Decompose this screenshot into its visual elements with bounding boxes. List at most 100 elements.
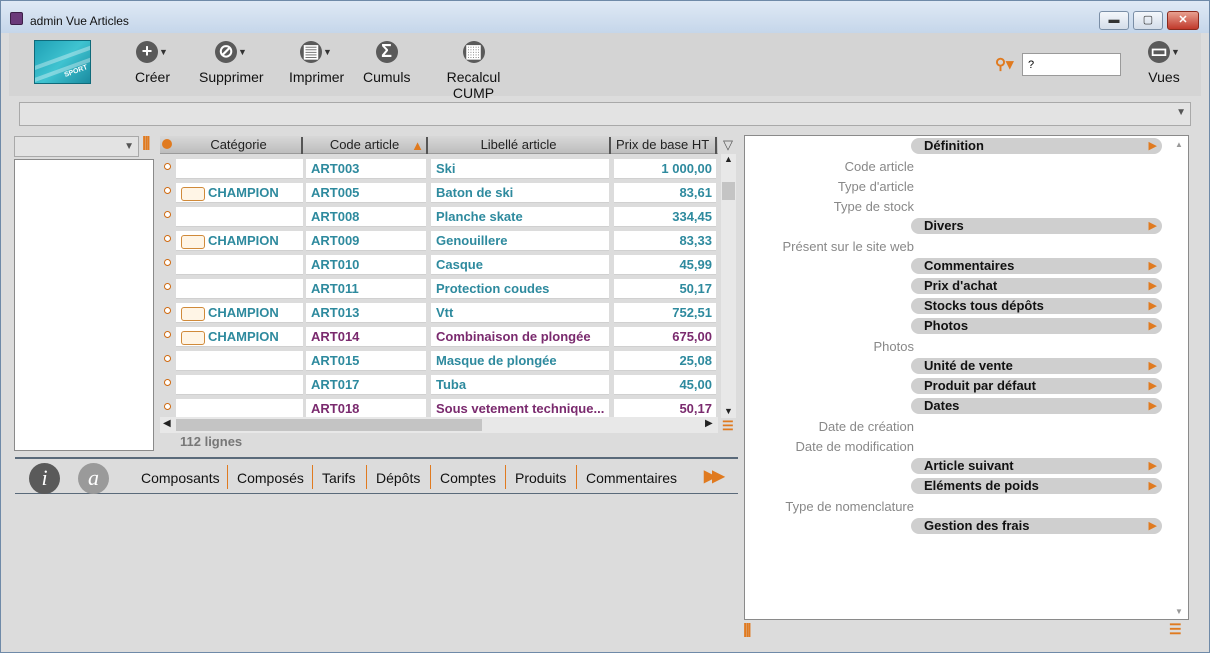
filter-funnel-icon[interactable]: ▽ [723,137,733,153]
section-header[interactable]: Gestion des frais ▶ [911,518,1162,534]
scroll-thumb[interactable] [722,182,735,200]
totals-button[interactable]: Σ Cumuls [363,41,410,85]
views-button[interactable]: ▭ ▼ Vues [1145,41,1183,85]
panel-menu-icon[interactable]: ☰ [1169,621,1182,638]
chevron-down-icon: ▼ [238,47,247,57]
row-select-dot[interactable] [164,331,171,338]
section-header[interactable]: Unité de vente ▶ [911,358,1162,374]
header-label[interactable]: Libellé article [428,137,611,154]
row-select-dot[interactable] [164,163,171,170]
expand-arrow-icon[interactable]: ▶ [1149,358,1157,374]
select-all-dot[interactable] [162,139,172,149]
header-code[interactable]: Code article ▲ [303,137,428,154]
columns-icon[interactable]: ||| [743,621,751,638]
table-row[interactable]: ART010 Casque 45,99 [160,252,718,276]
header-category[interactable]: Catégorie [176,137,303,154]
section-header[interactable]: Photos ▶ [911,318,1162,334]
minimize-button[interactable]: ▬ [1099,11,1129,30]
section-header[interactable]: Commentaires ▶ [911,258,1162,274]
scroll-thumb[interactable] [176,419,482,431]
table-row[interactable]: ART011 Protection coudes 50,17 [160,276,718,300]
grid-vertical-scrollbar[interactable]: ▲ ▼ [721,154,736,418]
info-icon[interactable]: i [29,463,60,494]
create-button[interactable]: + ▼ Créer [135,41,170,85]
cell-label: Planche skate [431,207,609,227]
tab-2[interactable]: Tarifs [322,470,355,486]
cell-text: Vtt [436,305,454,320]
expand-arrow-icon[interactable]: ▶ [1149,458,1157,474]
table-row[interactable]: ART015 Masque de plongée 25,08 [160,348,718,372]
view-filter-combo[interactable]: ▼ [19,102,1191,126]
row-select-dot[interactable] [164,235,171,242]
expand-arrow-icon[interactable]: ▶ [1149,298,1157,314]
maximize-button[interactable]: ▢ [1133,11,1163,30]
section-label: Gestion des frais [924,518,1030,533]
tab-0[interactable]: Composants [141,470,220,486]
row-select-dot[interactable] [164,283,171,290]
row-select-dot[interactable] [164,211,171,218]
expand-arrow-icon[interactable]: ▶ [1149,278,1157,294]
recalc-cump-button[interactable]: ▦ Recalcul CUMP [426,41,521,101]
expand-arrow-icon[interactable]: ▶ [1149,518,1157,534]
scroll-up-icon[interactable]: ▲ [724,154,733,164]
row-select-dot[interactable] [164,187,171,194]
cell-text: Ski [436,161,456,176]
row-select-dot[interactable] [164,403,171,410]
section-label: Dates [924,398,960,413]
expand-arrow-icon[interactable]: ▶ [1149,138,1157,154]
table-row[interactable]: ART017 Tuba 45,00 [160,372,718,396]
table-row[interactable]: ART003 Ski 1 000,00 [160,156,718,180]
expand-arrow-icon[interactable]: ▶ [1149,318,1157,334]
delete-button[interactable]: ⊘ ▼ Supprimer [199,41,264,85]
scroll-down-icon[interactable]: ▼ [1175,607,1183,616]
row-select-dot[interactable] [164,307,171,314]
row-select-dot[interactable] [164,259,171,266]
expand-arrow-icon[interactable]: ▶ [1149,398,1157,414]
category-tree[interactable] [14,159,154,451]
section-label: Commentaires [924,258,1015,273]
tab-4[interactable]: Comptes [440,470,496,486]
print-button[interactable]: ▤ ▼ Imprimer [289,41,344,85]
section-header[interactable]: Produit par défaut ▶ [911,378,1162,394]
expand-arrow-icon[interactable]: ▶ [1149,478,1157,494]
section-header[interactable]: Stocks tous dépôts ▶ [911,298,1162,314]
section-header[interactable]: Article suivant ▶ [911,458,1162,474]
row-select-dot[interactable] [164,379,171,386]
cell-label: Masque de plongée [431,351,609,371]
category-filter-combo[interactable]: ▼ [14,136,139,157]
table-row[interactable]: CHAMPION ART013 Vtt 752,51 [160,300,718,324]
scroll-left-icon[interactable]: ◀ [163,418,171,429]
expand-arrow-icon[interactable]: ▶ [1149,258,1157,274]
expand-arrow-icon[interactable]: ▶ [1149,378,1157,394]
section-header[interactable]: Divers ▶ [911,218,1162,234]
cell-text: 50,17 [679,401,712,416]
section-header[interactable]: Eléments de poids ▶ [911,478,1162,494]
tab-3[interactable]: Dépôts [376,470,420,486]
tab-6[interactable]: Commentaires [586,470,677,486]
header-price[interactable]: Prix de base HT [611,137,717,154]
table-row[interactable]: CHAMPION ART009 Genouillere 83,33 [160,228,718,252]
at-sign-icon[interactable]: a [78,463,109,494]
tab-1[interactable]: Composés [237,470,304,486]
detail-scrollbar[interactable]: ▲ ▼ [1173,140,1187,616]
search-icon[interactable]: ⚲▾ [995,55,1017,73]
table-row[interactable]: CHAMPION ART014 Combinaison de plongée 675,… [160,324,718,348]
section-header[interactable]: Dates ▶ [911,398,1162,414]
table-row[interactable]: ART008 Planche skate 334,45 [160,204,718,228]
scroll-up-icon[interactable]: ▲ [1175,140,1183,149]
close-button[interactable]: ✕ [1167,11,1199,30]
tab-5[interactable]: Produits [515,470,566,486]
chevron-down-icon: ▼ [1176,107,1186,118]
columns-icon[interactable]: ||| [142,134,150,151]
section-header[interactable]: Définition ▶ [911,138,1162,154]
grid-horizontal-scrollbar[interactable]: ◀ ▶ [160,417,718,433]
scroll-down-icon[interactable]: ▼ [724,406,733,416]
list-menu-icon[interactable]: ☰ [722,418,734,434]
row-select-dot[interactable] [164,355,171,362]
search-input[interactable] [1022,53,1121,76]
table-row[interactable]: CHAMPION ART005 Baton de ski 83,61 [160,180,718,204]
next-tabs-icon[interactable]: ▶▶ [704,466,725,486]
expand-arrow-icon[interactable]: ▶ [1149,218,1157,234]
section-header[interactable]: Prix d'achat ▶ [911,278,1162,294]
scroll-right-icon[interactable]: ▶ [705,418,713,429]
